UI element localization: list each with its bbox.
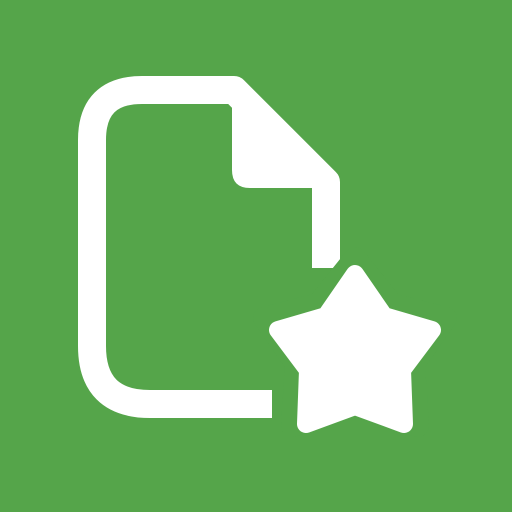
- icon-background: [0, 0, 512, 512]
- favorite-file-app-icon: [0, 0, 512, 512]
- favorite-file-icon: [0, 0, 512, 512]
